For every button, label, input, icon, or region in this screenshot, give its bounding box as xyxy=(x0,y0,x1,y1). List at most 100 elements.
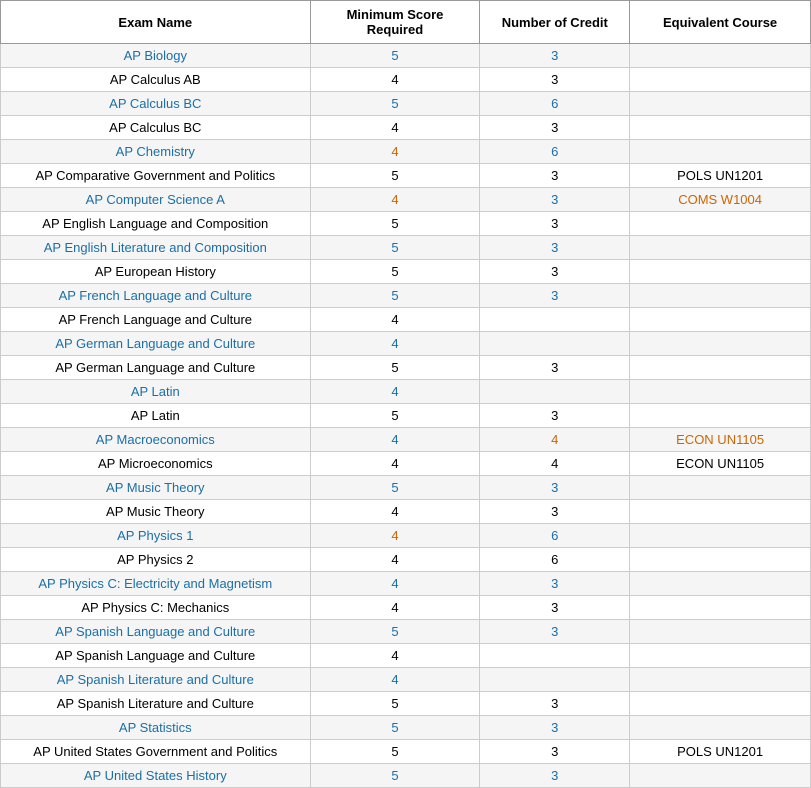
exam-name-cell: AP Biology xyxy=(1,44,311,68)
min-score-cell: 5 xyxy=(310,692,480,716)
exam-name-cell: AP Comparative Government and Politics xyxy=(1,164,311,188)
min-score-cell: 4 xyxy=(310,452,480,476)
num-credit-cell: 3 xyxy=(480,116,630,140)
equiv-course-cell xyxy=(630,692,811,716)
equiv-course-cell xyxy=(630,68,811,92)
table-row: AP Chemistry46 xyxy=(1,140,811,164)
exam-name-cell: AP European History xyxy=(1,260,311,284)
exam-name-cell: AP German Language and Culture xyxy=(1,356,311,380)
equiv-course-cell xyxy=(630,668,811,692)
num-credit-cell: 3 xyxy=(480,404,630,428)
table-row: AP Microeconomics44ECON UN1105 xyxy=(1,452,811,476)
equiv-course-cell xyxy=(630,476,811,500)
equiv-course-cell xyxy=(630,356,811,380)
num-credit-cell: 3 xyxy=(480,236,630,260)
table-row: AP Biology53 xyxy=(1,44,811,68)
equiv-course-cell xyxy=(630,140,811,164)
exam-name-cell: AP Calculus BC xyxy=(1,116,311,140)
num-credit-cell xyxy=(480,332,630,356)
min-score-cell: 4 xyxy=(310,308,480,332)
num-credit-cell: 3 xyxy=(480,356,630,380)
min-score-cell: 5 xyxy=(310,260,480,284)
equiv-course-cell xyxy=(630,596,811,620)
min-score-cell: 5 xyxy=(310,764,480,788)
min-score-cell: 5 xyxy=(310,164,480,188)
min-score-cell: 5 xyxy=(310,212,480,236)
header-num-credit: Number of Credit xyxy=(480,1,630,44)
equiv-course-cell xyxy=(630,572,811,596)
table-row: AP United States Government and Politics… xyxy=(1,740,811,764)
min-score-cell: 4 xyxy=(310,500,480,524)
min-score-cell: 4 xyxy=(310,332,480,356)
num-credit-cell: 6 xyxy=(480,524,630,548)
num-credit-cell: 6 xyxy=(480,140,630,164)
exam-name-cell: AP English Language and Composition xyxy=(1,212,311,236)
table-row: AP English Language and Composition53 xyxy=(1,212,811,236)
table-row: AP Calculus BC43 xyxy=(1,116,811,140)
min-score-cell: 4 xyxy=(310,596,480,620)
min-score-cell: 5 xyxy=(310,236,480,260)
min-score-cell: 4 xyxy=(310,428,480,452)
table-row: AP German Language and Culture4 xyxy=(1,332,811,356)
num-credit-cell: 4 xyxy=(480,452,630,476)
table-row: AP Music Theory53 xyxy=(1,476,811,500)
table-row: AP Spanish Literature and Culture4 xyxy=(1,668,811,692)
table-row: AP Music Theory43 xyxy=(1,500,811,524)
table-row: AP Statistics53 xyxy=(1,716,811,740)
min-score-cell: 4 xyxy=(310,188,480,212)
num-credit-cell: 3 xyxy=(480,716,630,740)
exam-name-cell: AP Calculus BC xyxy=(1,92,311,116)
min-score-cell: 4 xyxy=(310,548,480,572)
num-credit-cell: 3 xyxy=(480,476,630,500)
equiv-course-cell xyxy=(630,500,811,524)
min-score-cell: 5 xyxy=(310,740,480,764)
equiv-course-cell xyxy=(630,212,811,236)
equiv-course-cell: COMS W1004 xyxy=(630,188,811,212)
table-row: AP Calculus BC56 xyxy=(1,92,811,116)
equiv-course-cell xyxy=(630,524,811,548)
min-score-cell: 5 xyxy=(310,716,480,740)
num-credit-cell: 3 xyxy=(480,572,630,596)
min-score-cell: 4 xyxy=(310,116,480,140)
exam-name-cell: AP Physics C: Mechanics xyxy=(1,596,311,620)
equiv-course-cell xyxy=(630,44,811,68)
equiv-course-cell xyxy=(630,404,811,428)
equiv-course-cell xyxy=(630,764,811,788)
num-credit-cell: 3 xyxy=(480,596,630,620)
exam-name-cell: AP German Language and Culture xyxy=(1,332,311,356)
num-credit-cell: 6 xyxy=(480,92,630,116)
exam-name-cell: AP Spanish Language and Culture xyxy=(1,620,311,644)
num-credit-cell: 3 xyxy=(480,500,630,524)
exam-name-cell: AP French Language and Culture xyxy=(1,284,311,308)
exam-name-cell: AP Spanish Literature and Culture xyxy=(1,692,311,716)
equiv-course-cell: ECON UN1105 xyxy=(630,428,811,452)
exam-name-cell: AP Microeconomics xyxy=(1,452,311,476)
table-row: AP Spanish Language and Culture4 xyxy=(1,644,811,668)
table-row: AP United States History53 xyxy=(1,764,811,788)
num-credit-cell: 3 xyxy=(480,740,630,764)
num-credit-cell: 4 xyxy=(480,428,630,452)
equiv-course-cell: POLS UN1201 xyxy=(630,740,811,764)
num-credit-cell xyxy=(480,644,630,668)
equiv-course-cell xyxy=(630,716,811,740)
min-score-cell: 5 xyxy=(310,92,480,116)
exam-name-cell: AP Computer Science A xyxy=(1,188,311,212)
num-credit-cell: 3 xyxy=(480,620,630,644)
exam-name-cell: AP Macroeconomics xyxy=(1,428,311,452)
min-score-cell: 5 xyxy=(310,44,480,68)
table-row: AP French Language and Culture53 xyxy=(1,284,811,308)
equiv-course-cell xyxy=(630,332,811,356)
num-credit-cell: 3 xyxy=(480,212,630,236)
num-credit-cell xyxy=(480,380,630,404)
table-row: AP Physics 146 xyxy=(1,524,811,548)
min-score-cell: 5 xyxy=(310,356,480,380)
exam-name-cell: AP Spanish Literature and Culture xyxy=(1,668,311,692)
equiv-course-cell xyxy=(630,236,811,260)
exam-name-cell: AP Spanish Language and Culture xyxy=(1,644,311,668)
table-row: AP European History53 xyxy=(1,260,811,284)
equiv-course-cell: ECON UN1105 xyxy=(630,452,811,476)
exam-name-cell: AP French Language and Culture xyxy=(1,308,311,332)
num-credit-cell: 3 xyxy=(480,692,630,716)
exam-name-cell: AP United States History xyxy=(1,764,311,788)
table-row: AP English Literature and Composition53 xyxy=(1,236,811,260)
